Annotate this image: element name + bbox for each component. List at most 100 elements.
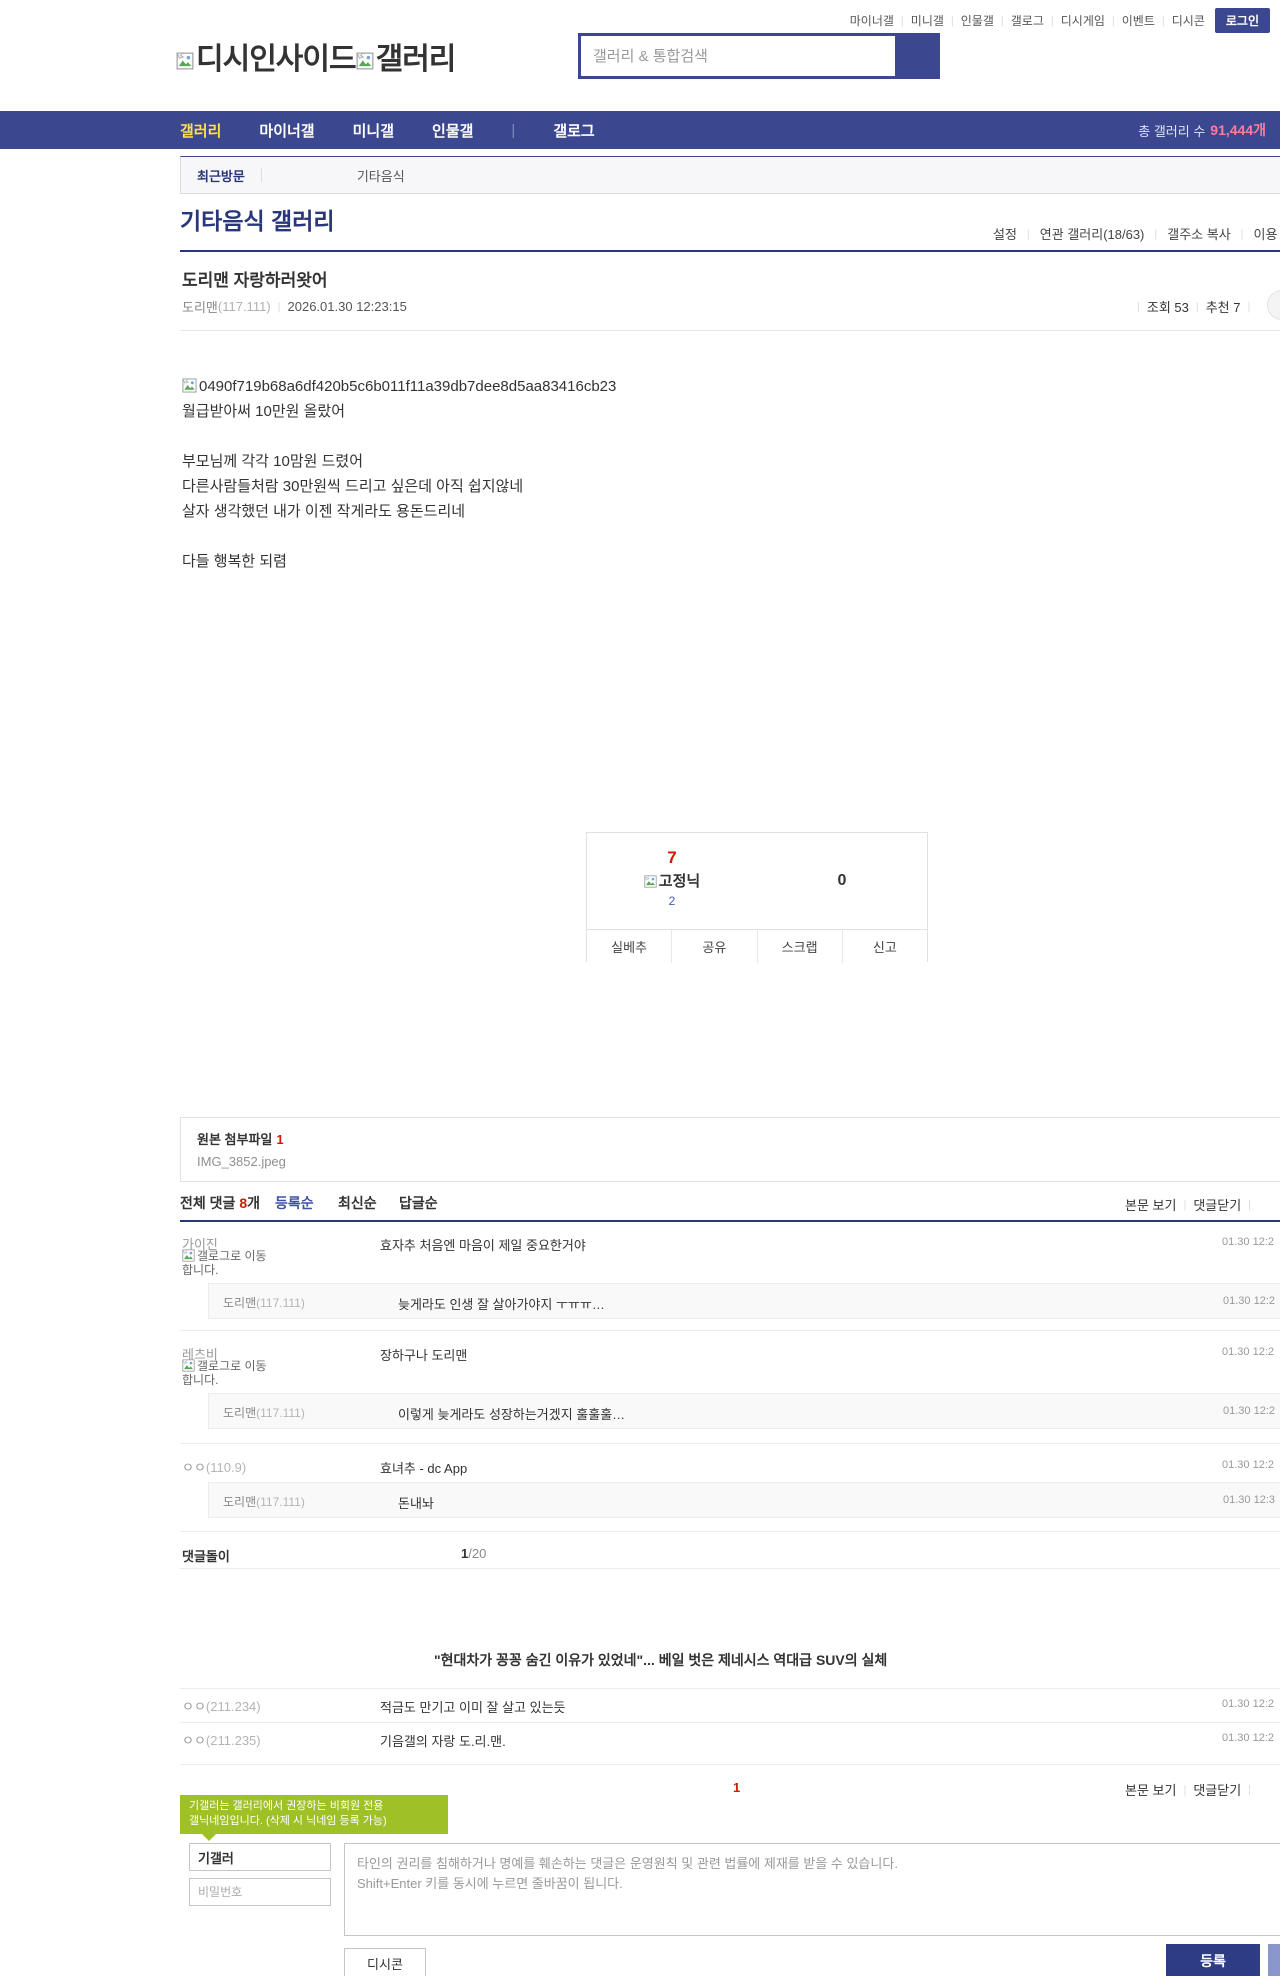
comments-view-links: 본문 보기 | 댓글닫기 | — [1125, 1780, 1258, 1799]
gnb-item-gallery[interactable]: 갤러리 — [180, 120, 221, 141]
comment-time: 01.30 12:3 — [1223, 1494, 1275, 1506]
usage-guide-link[interactable]: 이용 — [1254, 224, 1278, 243]
site-logo[interactable]: 디시인사이드 갤러리 — [176, 34, 456, 78]
attachment-label: 원본 첨부파일 1 — [197, 1132, 284, 1147]
comment-submit-button-secondary[interactable]: 등록 — [1268, 1944, 1280, 1976]
comment-page-1[interactable]: 1 — [733, 1780, 740, 1795]
view-count: 조회 53 — [1146, 300, 1189, 315]
password-input[interactable] — [189, 1878, 331, 1906]
divider — [180, 1688, 1280, 1689]
ad-headline-link[interactable]: "현대차가 꽁꽁 숨긴 이유가 있었네"... 베일 벗은 제네시스 역대급 S… — [434, 1650, 887, 1670]
search-button[interactable] — [895, 36, 937, 76]
top-link-dcgame[interactable]: 디시게임 — [1061, 12, 1105, 29]
sort-replies[interactable]: 답글순 — [399, 1193, 438, 1213]
top-link-gallog[interactable]: 갤로그 — [1011, 12, 1044, 29]
post-title: 도리맨 자랑하러왓어 — [182, 271, 328, 290]
comments-total: 전체 댓글 8개 — [180, 1195, 260, 1211]
search-input[interactable] — [581, 36, 895, 76]
downvote-count[interactable]: 0 — [757, 872, 927, 890]
comment-text: 늦게라도 인생 잘 살아가야지 ㅜㅠㅠ… — [398, 1297, 605, 1312]
gnb-item-minor[interactable]: 마이너갤 — [259, 120, 314, 141]
broken-image-icon — [356, 52, 374, 70]
upvote-area[interactable]: 7 고정닉 2 — [587, 848, 757, 908]
comment-bot-pagination[interactable]: 1/20 — [461, 1546, 486, 1561]
gallery-title[interactable]: 기타음식 갤러리 — [180, 202, 335, 236]
comment-row: ㅇㅇ(110.9) 효녀추 - dc App 01.30 12:2 — [180, 1457, 1280, 1479]
recommend-count: 추천 7 — [1205, 300, 1241, 315]
divider — [180, 1568, 1280, 1569]
attachment-file[interactable]: IMG_3852.jpeg — [197, 1154, 1280, 1169]
comment-text: 효녀추 - dc App — [380, 1461, 468, 1476]
sort-registered[interactable]: 등록순 — [275, 1193, 314, 1213]
sort-newest[interactable]: 최신순 — [338, 1193, 377, 1213]
report-button[interactable]: 신고 — [841, 930, 927, 963]
fixed-nick-count: 2 — [668, 894, 676, 908]
gallog-link[interactable]: 갤로그로 이동합니다. — [182, 1249, 274, 1277]
gnb-item-person[interactable]: 인물갤 — [432, 120, 473, 141]
comment-text: 돈내놔 — [398, 1496, 434, 1511]
broken-image-icon — [176, 52, 194, 70]
broken-image-icon — [182, 1359, 195, 1372]
comment-row: 레츠비 갤로그로 이동합니다. 장하구나 도리맨 01.30 12:2 — [180, 1344, 1280, 1392]
divider — [180, 1220, 1280, 1222]
comment-author: ㅇㅇ(110.9) — [182, 1460, 247, 1475]
nickname-input[interactable] — [189, 1843, 331, 1871]
comments-view-links: 본문 보기 | 댓글닫기 | — [1125, 1195, 1258, 1214]
comment-reply-row: 도리맨(117.111) 이렇게 늦게라도 성장하는거겠지 훌훌훌… 01.30… — [208, 1393, 1280, 1429]
gallog-link[interactable]: 갤로그로 이동합니다. — [182, 1359, 274, 1387]
recent-visit-item[interactable]: 기타음식 — [357, 166, 405, 185]
login-button[interactable]: 로그인 — [1214, 8, 1270, 33]
top-link-mini-gallery[interactable]: 미니갤 — [911, 12, 944, 29]
comment-time: 01.30 12:2 — [1222, 1236, 1274, 1248]
vote-box: 7 고정닉 2 0 실베추 공유 스크랩 신고 — [586, 832, 928, 963]
close-comments-link[interactable]: 댓글닫기 — [1193, 1780, 1241, 1799]
close-comments-link[interactable]: 댓글닫기 — [1193, 1195, 1241, 1214]
comment-time: 01.30 12:2 — [1223, 1405, 1275, 1417]
gnb-item-gallog[interactable]: 갤로그 — [553, 120, 594, 141]
post-date: 2026.01.30 12:23:15 — [287, 299, 407, 314]
post-meta: 도리맨 (117.111) | 2026.01.30 12:23:15 — [182, 297, 407, 316]
search-box — [578, 33, 940, 79]
broken-image-icon — [644, 875, 657, 888]
comment-author[interactable]: 도리맨(117.111) — [223, 1294, 305, 1311]
gnb-item-mini[interactable]: 미니갤 — [353, 120, 394, 141]
global-nav-bar: 갤러리 마이너갤 미니갤 인물갤 | 갤로그 총 갤러리 수 91,444개 — [0, 111, 1280, 149]
view-post-link[interactable]: 본문 보기 — [1125, 1195, 1176, 1214]
comment-reply-row: 도리맨(117.111) 늦게라도 인생 잘 살아가야지 ㅜㅠㅠ… 01.30 … — [208, 1283, 1280, 1319]
silbechu-button[interactable]: 실베추 — [587, 930, 672, 963]
copy-gallery-url-link[interactable]: 갤주소 복사 — [1167, 224, 1230, 243]
post-body: 0490f719b68a6df420b5c6b011f11a39db7dee8d… — [182, 374, 616, 574]
comment-textarea[interactable]: 타인의 권리를 침해하거나 명예를 훼손하는 댓글은 운영원칙 및 관련 법률에… — [344, 1843, 1280, 1936]
comment-count-bubble[interactable] — [1267, 290, 1280, 320]
divider — [180, 1330, 1280, 1331]
comment-row: 가이진 갤로그로 이동합니다. 효자추 처음엔 마음이 제일 중요한거야 01.… — [180, 1234, 1280, 1282]
comment-time: 01.30 12:2 — [1223, 1295, 1275, 1307]
comment-time: 01.30 12:2 — [1222, 1698, 1274, 1710]
divider — [180, 1764, 1280, 1765]
share-button[interactable]: 공유 — [671, 930, 757, 963]
comment-author[interactable]: 도리맨(117.111) — [223, 1493, 305, 1510]
top-link-dccon[interactable]: 디시콘 — [1172, 12, 1205, 29]
post-stats: | 조회 53 | 추천 7 | — [1130, 297, 1257, 316]
related-galleries-link[interactable]: 연관 갤러리(18/63) — [1040, 224, 1145, 243]
comment-time: 01.30 12:2 — [1222, 1346, 1274, 1358]
top-link-event[interactable]: 이벤트 — [1122, 12, 1155, 29]
divider — [180, 1443, 1280, 1444]
comment-row: ㅇㅇ(211.234) 적금도 만기고 이미 잘 살고 있는듯 01.30 12… — [180, 1696, 1280, 1718]
scrap-button[interactable]: 스크랩 — [756, 930, 842, 963]
divider — [180, 250, 1280, 252]
dccon-button[interactable]: 디시콘 — [344, 1948, 426, 1976]
post-broken-image: 0490f719b68a6df420b5c6b011f11a39db7dee8d… — [182, 374, 616, 399]
guest-nick-notice: 기갤러는 갤러리에서 권장하는 비회원 전용 갤닉네임입니다. (삭제 시 닉네… — [180, 1795, 448, 1841]
view-post-link[interactable]: 본문 보기 — [1125, 1780, 1176, 1799]
comment-submit-button[interactable]: 등록 — [1166, 1944, 1260, 1976]
post-author[interactable]: 도리맨 — [182, 297, 218, 316]
gallery-settings-link[interactable]: 설정 — [993, 224, 1017, 243]
comment-author[interactable]: 도리맨(117.111) — [223, 1404, 305, 1421]
dcinside-post-page: 마이너갤 | 미니갤 | 인물갤 | 갤로그 | 디시게임 | 이벤트 | 디시콘 로그인 … — [0, 0, 1280, 1976]
top-utility-bar: 마이너갤 | 미니갤 | 인물갤 | 갤로그 | 디시게임 | 이벤트 | 디시콘 로그인 — [850, 8, 1270, 33]
comment-time: 01.30 12:2 — [1222, 1459, 1274, 1471]
top-link-person-gallery[interactable]: 인물갤 — [961, 12, 994, 29]
top-link-minor-gallery[interactable]: 마이너갤 — [850, 12, 894, 29]
recent-visit-label: 최근방문 — [197, 168, 245, 184]
